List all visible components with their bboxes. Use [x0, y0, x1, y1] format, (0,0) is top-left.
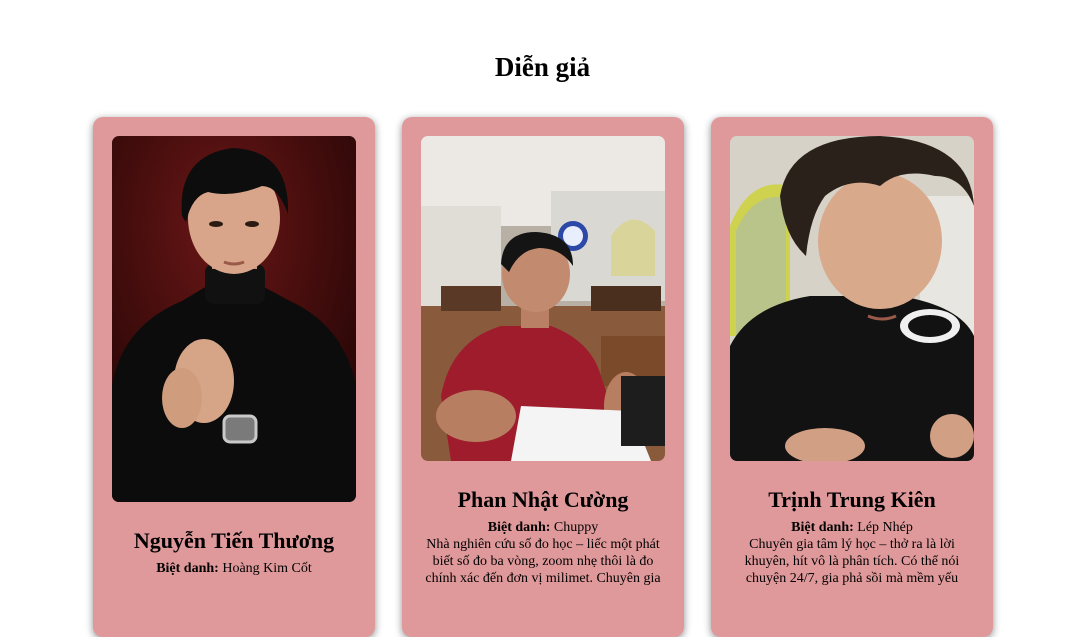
- speaker-description: Nhà nghiên cứu số đo học – liếc một phát…: [425, 537, 661, 586]
- speaker-card: Trịnh Trung Kiên Biệt danh: Lép Nhép Chu…: [711, 117, 993, 637]
- speaker-name: Trịnh Trung Kiên: [768, 487, 936, 512]
- speaker-description: Chuyên gia tâm lý học – thở ra là lời kh…: [744, 537, 960, 586]
- speaker-photo: [112, 136, 356, 502]
- speaker-info: Biệt danh: Chuppy Nhà nghiên cứu số đo h…: [420, 519, 666, 587]
- alias-label: Biệt danh:: [156, 561, 219, 576]
- speaker-photo: [730, 136, 974, 461]
- speaker-card: Nguyễn Tiến Thương Biệt danh: Hoàng Kim …: [93, 117, 375, 637]
- speaker-name: Nguyễn Tiến Thương: [133, 528, 335, 553]
- speaker-alias: Hoàng Kim Cốt: [222, 561, 312, 576]
- alias-label: Biệt danh:: [791, 520, 854, 535]
- speaker-name: Phan Nhật Cường: [457, 487, 629, 512]
- speaker-info: Biệt danh: Lép Nhép Chuyên gia tâm lý họ…: [729, 519, 975, 587]
- speaker-alias: Chuppy: [553, 520, 599, 535]
- speaker-photo: [421, 136, 665, 461]
- section-title: Diễn giả: [494, 52, 591, 82]
- speaker-card: Phan Nhật Cường Biệt danh: Chuppy Nhà ng…: [402, 117, 684, 637]
- alias-label: Biệt danh:: [487, 520, 551, 535]
- speaker-info: Biệt danh: Hoàng Kim Cốt: [111, 560, 357, 577]
- speaker-alias: Lép Nhép: [857, 520, 913, 535]
